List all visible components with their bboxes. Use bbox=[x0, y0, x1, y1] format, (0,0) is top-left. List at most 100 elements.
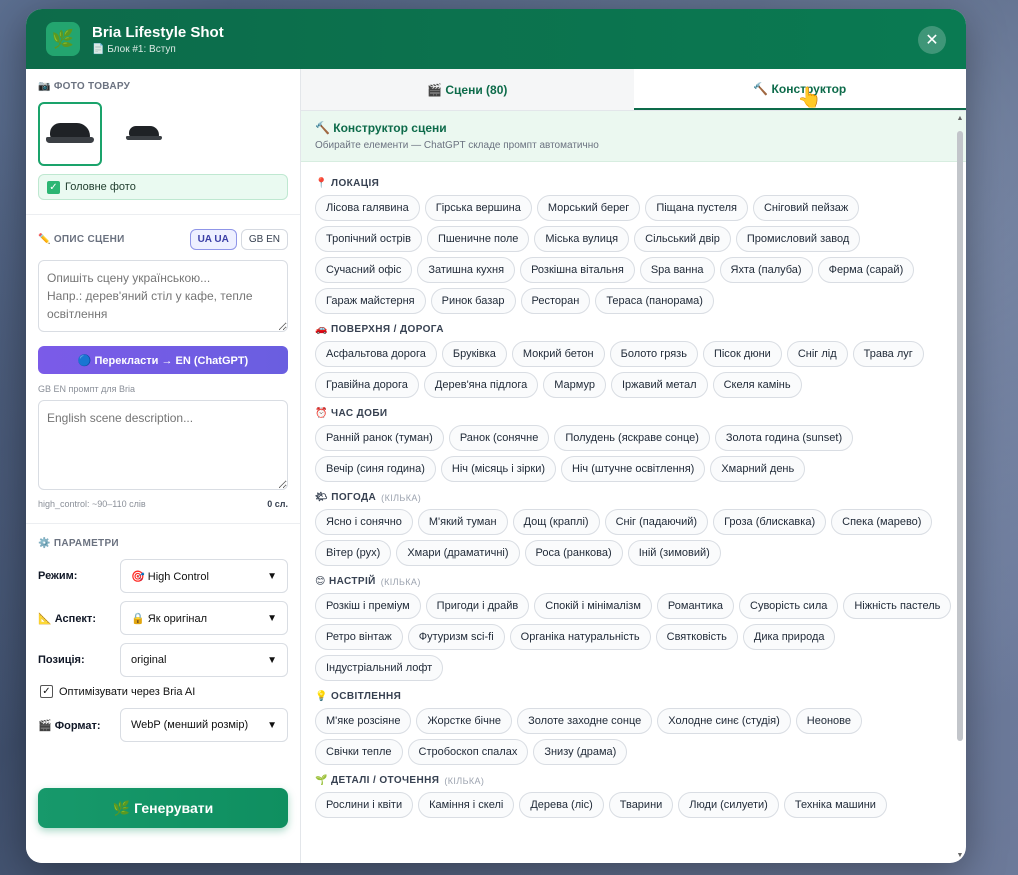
option-chip[interactable]: Святковість bbox=[655, 624, 738, 650]
close-button[interactable]: ✕ bbox=[918, 26, 946, 54]
option-chip[interactable]: Тераса (панорама) bbox=[595, 288, 714, 314]
option-chip[interactable]: Іній (зимовий) bbox=[627, 540, 721, 566]
option-chip[interactable]: Хмари (драматичні) bbox=[396, 540, 520, 566]
option-chip[interactable]: Spa ванна bbox=[639, 257, 715, 283]
option-chip[interactable]: Техніка машини bbox=[783, 792, 887, 818]
option-chip[interactable]: Люди (силуети) bbox=[678, 792, 779, 818]
option-chip[interactable]: Індустріальний лофт bbox=[315, 655, 444, 681]
mode-select[interactable]: 🎯 High Control ▼ bbox=[120, 559, 288, 593]
option-chip[interactable]: Сучасний офіс bbox=[315, 257, 413, 283]
option-chip[interactable]: Ранній ранок (туман) bbox=[315, 425, 444, 451]
scrollbar[interactable]: ▲ ▼ bbox=[956, 113, 964, 861]
option-chip[interactable]: Сільський двір bbox=[634, 226, 731, 252]
option-chip[interactable]: Скеля камінь bbox=[712, 372, 802, 398]
category-title: 🌤 ПОГОДА (КІЛЬКА) bbox=[315, 492, 952, 503]
option-chip[interactable]: Болото грязь bbox=[609, 341, 698, 367]
option-chip[interactable]: Каміння і скелі bbox=[418, 792, 515, 818]
optimize-checkbox[interactable]: ✓ bbox=[40, 685, 53, 698]
option-chip[interactable]: Золоте заходне сонце bbox=[517, 708, 653, 734]
option-chip[interactable]: Затишна кухня bbox=[417, 257, 516, 283]
option-chip[interactable]: Стробоскоп спалах bbox=[407, 739, 529, 765]
option-chip[interactable]: Знизу (драма) bbox=[533, 739, 628, 765]
option-chip[interactable]: Ферма (сарай) bbox=[817, 257, 915, 283]
option-chip[interactable]: Свічки тепле bbox=[315, 739, 403, 765]
option-chip[interactable]: Хмарний день bbox=[710, 456, 806, 482]
product-photo-main[interactable] bbox=[38, 102, 102, 166]
en-prompt-label: GB EN промпт для Bria bbox=[38, 384, 135, 394]
product-photo-secondary[interactable] bbox=[112, 102, 176, 166]
option-chip[interactable]: Ніч (місяць і зірки) bbox=[440, 456, 557, 482]
option-chip[interactable]: Вечір (синя година) bbox=[315, 456, 436, 482]
option-chip[interactable]: Гроза (блискавка) bbox=[713, 509, 827, 535]
option-chip[interactable]: Спека (марево) bbox=[831, 509, 933, 535]
option-chip[interactable]: Гірська вершина bbox=[424, 195, 532, 221]
option-chip[interactable]: Сніг лід bbox=[786, 341, 848, 367]
option-chip[interactable]: Неонове bbox=[795, 708, 863, 734]
option-chip[interactable]: Пшеничне поле bbox=[426, 226, 530, 252]
option-chip[interactable]: Ретро вінтаж bbox=[315, 624, 403, 650]
option-chip[interactable]: Пісок дюни bbox=[702, 341, 782, 367]
option-chip[interactable]: Дика природа bbox=[742, 624, 836, 650]
position-select[interactable]: original ▼ bbox=[120, 643, 288, 677]
option-chip[interactable]: Ресторан bbox=[520, 288, 591, 314]
en-prompt-input[interactable] bbox=[38, 400, 288, 490]
option-chip[interactable]: Лісова галявина bbox=[315, 195, 420, 221]
scene-description-input[interactable] bbox=[38, 260, 288, 332]
option-chip[interactable]: Футуризм sci-fi bbox=[407, 624, 505, 650]
lang-ua-button[interactable]: UA UA bbox=[189, 229, 237, 250]
option-chip[interactable]: М'який туман bbox=[417, 509, 508, 535]
scrollbar-thumb[interactable] bbox=[957, 131, 963, 741]
option-chip[interactable]: Розкішна вітальня bbox=[520, 257, 635, 283]
option-chip[interactable]: Романтика bbox=[656, 593, 734, 619]
option-chip[interactable]: Рослини і квіти bbox=[315, 792, 414, 818]
option-chip[interactable]: Трава луг bbox=[852, 341, 924, 367]
option-chip[interactable]: Дерев'яна підлога bbox=[423, 372, 539, 398]
option-chip[interactable]: Дощ (краплі) bbox=[512, 509, 600, 535]
scroll-down-icon[interactable]: ▼ bbox=[956, 852, 964, 859]
option-chip[interactable]: Морський берег bbox=[536, 195, 641, 221]
option-chip[interactable]: Ринок базар bbox=[430, 288, 516, 314]
scroll-up-icon[interactable]: ▲ bbox=[956, 115, 964, 122]
option-chip[interactable]: Ніч (штучне освітлення) bbox=[561, 456, 706, 482]
option-chip[interactable]: Гравійна дорога bbox=[315, 372, 419, 398]
lang-en-button[interactable]: GB EN bbox=[240, 229, 288, 250]
translate-button[interactable]: 🔵 Перекласти → EN (ChatGPT) bbox=[38, 346, 288, 374]
option-chip[interactable]: Піщана пустеля bbox=[645, 195, 748, 221]
option-chip[interactable]: Органіка натуральність bbox=[509, 624, 651, 650]
option-chip[interactable]: Мармур bbox=[543, 372, 606, 398]
option-chip[interactable]: Тропічний острів bbox=[315, 226, 422, 252]
category-section: 🌱 ДЕТАЛІ / ОТОЧЕННЯ (КІЛЬКА) Рослини і кві… bbox=[315, 775, 952, 818]
option-chip[interactable]: Бруківка bbox=[441, 341, 507, 367]
option-chip[interactable]: Холодне синє (студія) bbox=[657, 708, 791, 734]
option-chip[interactable]: Вітер (рух) bbox=[315, 540, 392, 566]
option-chip[interactable]: Сніг (падаючий) bbox=[604, 509, 709, 535]
tab-scenes[interactable]: 🎬 Сцени (80) bbox=[301, 69, 634, 110]
option-chip[interactable]: Полудень (яскраве сонце) bbox=[554, 425, 710, 451]
option-chip[interactable]: Ясно і сонячно bbox=[315, 509, 413, 535]
option-chip[interactable]: Міська вулиця bbox=[534, 226, 630, 252]
option-chip[interactable]: Асфальтова дорога bbox=[315, 341, 437, 367]
generate-button[interactable]: 🌿 Генерувати bbox=[38, 788, 288, 828]
option-chip[interactable]: Розкіш і преміум bbox=[315, 593, 421, 619]
category-section: 😊 НАСТРІЙ (КІЛЬКА) Розкіш і преміум Пригоди… bbox=[315, 576, 952, 681]
aspect-select[interactable]: 🔒 Як оригінал ▼ bbox=[120, 601, 288, 635]
option-chip[interactable]: Іржавий метал bbox=[610, 372, 708, 398]
option-chip[interactable]: Тварини bbox=[608, 792, 674, 818]
option-chip[interactable]: Спокій і мінімалізм bbox=[534, 593, 652, 619]
option-chip[interactable]: Пригоди і драйв bbox=[425, 593, 530, 619]
option-chip[interactable]: Золота година (sunset) bbox=[714, 425, 854, 451]
option-chip[interactable]: Промисловий завод bbox=[735, 226, 861, 252]
option-chip[interactable]: Ніжність пастель bbox=[843, 593, 952, 619]
option-chip[interactable]: Гараж майстерня bbox=[315, 288, 426, 314]
option-chip[interactable]: Жорстке бічне bbox=[416, 708, 513, 734]
option-chip[interactable]: Ранок (сонячне bbox=[448, 425, 550, 451]
format-select[interactable]: WebP (менший розмір) ▼ bbox=[120, 708, 288, 742]
option-chip[interactable]: Сніговий пейзаж bbox=[752, 195, 860, 221]
tabs: 🎬 Сцени (80) 🔨 Конструктор bbox=[301, 69, 966, 111]
option-chip[interactable]: Мокрий бетон bbox=[511, 341, 605, 367]
option-chip[interactable]: М'яке розсіяне bbox=[315, 708, 412, 734]
option-chip[interactable]: Дерева (ліс) bbox=[519, 792, 604, 818]
option-chip[interactable]: Яхта (палуба) bbox=[719, 257, 813, 283]
option-chip[interactable]: Суворість сила bbox=[739, 593, 839, 619]
option-chip[interactable]: Роса (ранкова) bbox=[524, 540, 623, 566]
